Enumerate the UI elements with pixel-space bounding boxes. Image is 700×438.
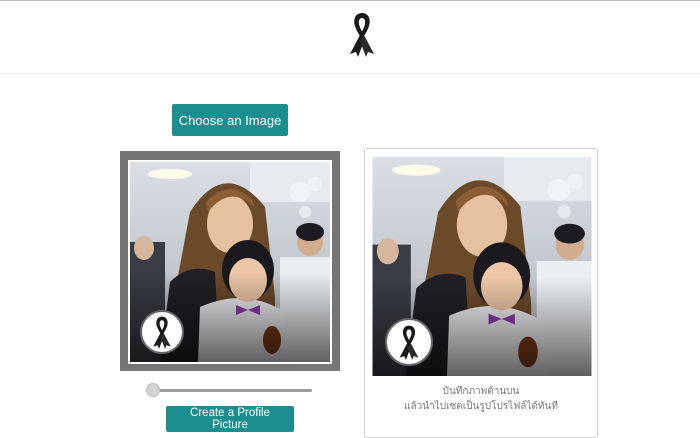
zoom-slider-thumb[interactable] xyxy=(146,383,160,397)
preview-caption-line1: บันทึกภาพด้านบน xyxy=(442,386,520,397)
choose-image-button[interactable]: Choose an Image xyxy=(172,104,288,136)
ribbon-badge[interactable] xyxy=(140,310,184,354)
zoom-slider-track[interactable] xyxy=(150,389,312,392)
preview-ribbon-badge xyxy=(385,318,433,366)
create-profile-picture-button[interactable]: Create a Profile Picture xyxy=(166,406,294,432)
preview-caption-line2: แล้วนำไปเซตเป็นรูปโปรไฟล์ได้ทันที xyxy=(404,401,558,412)
ribbon-icon xyxy=(397,324,421,360)
ribbon-badge-icon xyxy=(151,315,173,349)
header xyxy=(0,0,700,74)
black-ribbon-icon xyxy=(347,11,377,57)
